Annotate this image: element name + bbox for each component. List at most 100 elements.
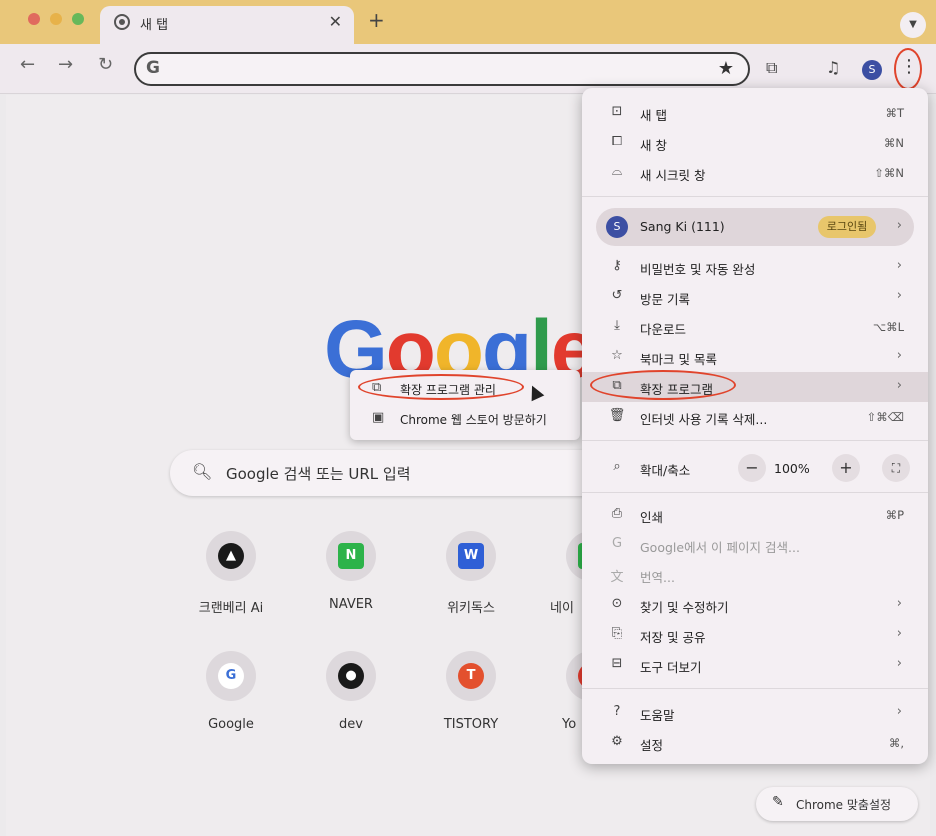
tab-search-icon[interactable]: ▼ bbox=[900, 12, 926, 38]
menu-label: 인쇄 bbox=[640, 510, 664, 525]
menu-label: 다운로드 bbox=[640, 322, 687, 337]
minimize-window-button[interactable] bbox=[50, 13, 62, 25]
incognito-icon: ⌓ bbox=[611, 164, 623, 179]
chevron-right-icon: › bbox=[896, 656, 902, 671]
menu-item-new-window[interactable]: ⧠ 새 창 ⌘N bbox=[582, 128, 928, 158]
customize-label: Chrome 맞춤설정 bbox=[796, 798, 892, 812]
find-icon: ⊙ bbox=[611, 596, 623, 611]
new-tab-icon: ⊡ bbox=[611, 104, 623, 119]
toolbar: ← → ↻ G ★ ⧉ ♫ S ⋮ bbox=[0, 44, 936, 94]
github-icon: ● bbox=[338, 663, 364, 689]
zoom-out-button[interactable]: − bbox=[738, 454, 766, 482]
star-icon: ☆ bbox=[611, 348, 623, 363]
menu-item-new-tab[interactable]: ⊡ 새 탭 ⌘T bbox=[582, 98, 928, 128]
menu-shortcut: ⇧⌘N bbox=[874, 166, 904, 180]
menu-item-downloads[interactable]: ⤓ 다운로드 ⌥⌘L bbox=[582, 312, 928, 342]
zoom-in-button[interactable]: + bbox=[832, 454, 860, 482]
chevron-right-icon: › bbox=[896, 348, 902, 363]
tab-close-icon[interactable]: ✕ bbox=[329, 12, 342, 31]
menu-label: 저장 및 공유 bbox=[640, 630, 706, 645]
menu-label: 비밀번호 및 자동 완성 bbox=[640, 262, 756, 277]
shortcut-label: dev bbox=[339, 717, 363, 732]
menu-shortcut: ⇧⌘⌫ bbox=[866, 410, 904, 424]
history-icon: ↺ bbox=[611, 288, 623, 303]
profile-name: Sang Ki (111) bbox=[640, 219, 725, 234]
zoom-icon: ⌕ bbox=[613, 459, 621, 474]
shortcut-label: Google bbox=[208, 717, 254, 732]
customize-chrome-button[interactable]: ✎ Chrome 맞춤설정 bbox=[756, 787, 918, 821]
shortcut-tile[interactable]: T TISTORY bbox=[416, 651, 526, 761]
menu-item-clear-data[interactable]: 🗑︎ 인터넷 사용 기록 삭제... ⇧⌘⌫ bbox=[582, 402, 928, 432]
fullscreen-icon[interactable]: ⛶ bbox=[882, 454, 910, 482]
reload-button[interactable]: ↻ bbox=[98, 54, 113, 75]
shortcut-label: TISTORY bbox=[443, 717, 499, 732]
annotation-circle bbox=[590, 370, 736, 400]
menu-label: 번역... bbox=[640, 570, 675, 585]
tab-title: 새 탭 bbox=[140, 18, 169, 33]
menu-label: 도움말 bbox=[640, 708, 675, 723]
back-button[interactable]: ← bbox=[20, 54, 35, 75]
profile-avatar[interactable]: S bbox=[862, 60, 882, 80]
menu-label: 북마크 및 목록 bbox=[640, 352, 717, 367]
new-window-icon: ⧠ bbox=[611, 134, 623, 149]
search-placeholder: Google 검색 또는 URL 입력 bbox=[226, 465, 411, 483]
menu-divider bbox=[582, 440, 928, 441]
menu-item-save-share[interactable]: ⎘ 저장 및 공유 › bbox=[582, 620, 928, 650]
bookmark-star-icon[interactable]: ★ bbox=[718, 58, 734, 79]
extensions-puzzle-icon[interactable]: ⧉ bbox=[766, 58, 777, 78]
google-icon: G bbox=[218, 663, 244, 689]
chrome-menu: ⊡ 새 탭 ⌘T ⧠ 새 창 ⌘N ⌓ 새 시크릿 창 ⇧⌘N S Sang K… bbox=[582, 88, 928, 764]
new-tab-button[interactable]: + bbox=[368, 8, 385, 32]
chevron-right-icon: › bbox=[896, 704, 902, 719]
shortcut-label: 위키독스 bbox=[447, 601, 495, 616]
cranberry-icon: ▲ bbox=[218, 543, 244, 569]
menu-item-find-edit[interactable]: ⊙ 찾기 및 수정하기 › bbox=[582, 590, 928, 620]
menu-item-search-page: G Google에서 이 페이지 검색... bbox=[582, 530, 928, 560]
forward-button[interactable]: → bbox=[58, 54, 73, 75]
shortcut-tile[interactable]: ● dev bbox=[296, 651, 406, 761]
shortcut-tile[interactable]: ▶ Yo bbox=[536, 651, 582, 761]
menu-item-passwords[interactable]: ⚷ 비밀번호 및 자동 완성 › bbox=[582, 252, 928, 282]
address-bar[interactable]: G ★ bbox=[134, 52, 750, 86]
avatar: S bbox=[606, 216, 628, 238]
trash-icon: 🗑︎ bbox=[608, 408, 626, 423]
shortcut-label: 크랜베리 Ai bbox=[198, 601, 264, 616]
zoom-level: 100% bbox=[774, 461, 810, 476]
shortcut-tile[interactable]: N NAVER bbox=[296, 531, 406, 641]
web-store-item[interactable]: ▣ Chrome 웹 스토어 방문하기 bbox=[350, 404, 580, 434]
shortcut-label: Yo bbox=[562, 717, 577, 732]
menu-item-profile[interactable]: S Sang Ki (111) 로그인됨 › bbox=[596, 208, 914, 246]
chevron-right-icon: › bbox=[896, 218, 902, 233]
shortcut-label: NAVER bbox=[329, 597, 373, 612]
menu-item-more-tools[interactable]: ⊟ 도구 더보기 › bbox=[582, 650, 928, 680]
title-bar: 새 탭 ✕ + ▼ bbox=[0, 0, 936, 44]
menu-divider bbox=[582, 492, 928, 493]
menu-item-bookmarks[interactable]: ☆ 북마크 및 목록 › bbox=[582, 342, 928, 372]
menu-item-settings[interactable]: ⚙ 설정 ⌘, bbox=[582, 728, 928, 758]
shortcut-tile[interactable]: G Google bbox=[176, 651, 286, 761]
chevron-right-icon: › bbox=[896, 288, 902, 303]
menu-divider bbox=[582, 196, 928, 197]
menu-shortcut: ⌘T bbox=[885, 106, 904, 120]
tab-new-tab[interactable]: 새 탭 ✕ bbox=[100, 6, 354, 44]
menu-shortcut: ⌘P bbox=[885, 508, 904, 522]
menu-label: Google에서 이 페이지 검색... bbox=[640, 540, 800, 555]
menu-item-history[interactable]: ↺ 방문 기록 › bbox=[582, 282, 928, 312]
zoom-window-button[interactable] bbox=[72, 13, 84, 25]
wikidocs-icon: W bbox=[458, 543, 484, 569]
menu-item-help[interactable]: ? 도움말 › bbox=[582, 698, 928, 728]
chevron-right-icon: › bbox=[896, 596, 902, 611]
menu-shortcut: ⌘N bbox=[883, 136, 904, 150]
menu-item-print[interactable]: ⎙ 인쇄 ⌘P bbox=[582, 500, 928, 530]
shortcut-tile[interactable]: N 네이 bbox=[536, 531, 582, 641]
media-control-icon[interactable]: ♫ bbox=[826, 58, 840, 77]
menu-item-incognito[interactable]: ⌓ 새 시크릿 창 ⇧⌘N bbox=[582, 158, 928, 188]
shortcut-tile[interactable]: W 위키독스 bbox=[416, 531, 526, 641]
close-window-button[interactable] bbox=[28, 13, 40, 25]
download-icon: ⤓ bbox=[614, 318, 620, 333]
shortcut-tile[interactable]: ▲ 크랜베리 Ai bbox=[176, 531, 286, 641]
menu-divider bbox=[582, 688, 928, 689]
gear-icon: ⚙ bbox=[611, 734, 623, 749]
shortcut-label: 네이 bbox=[550, 601, 574, 616]
menu-label: 찾기 및 수정하기 bbox=[640, 600, 729, 615]
